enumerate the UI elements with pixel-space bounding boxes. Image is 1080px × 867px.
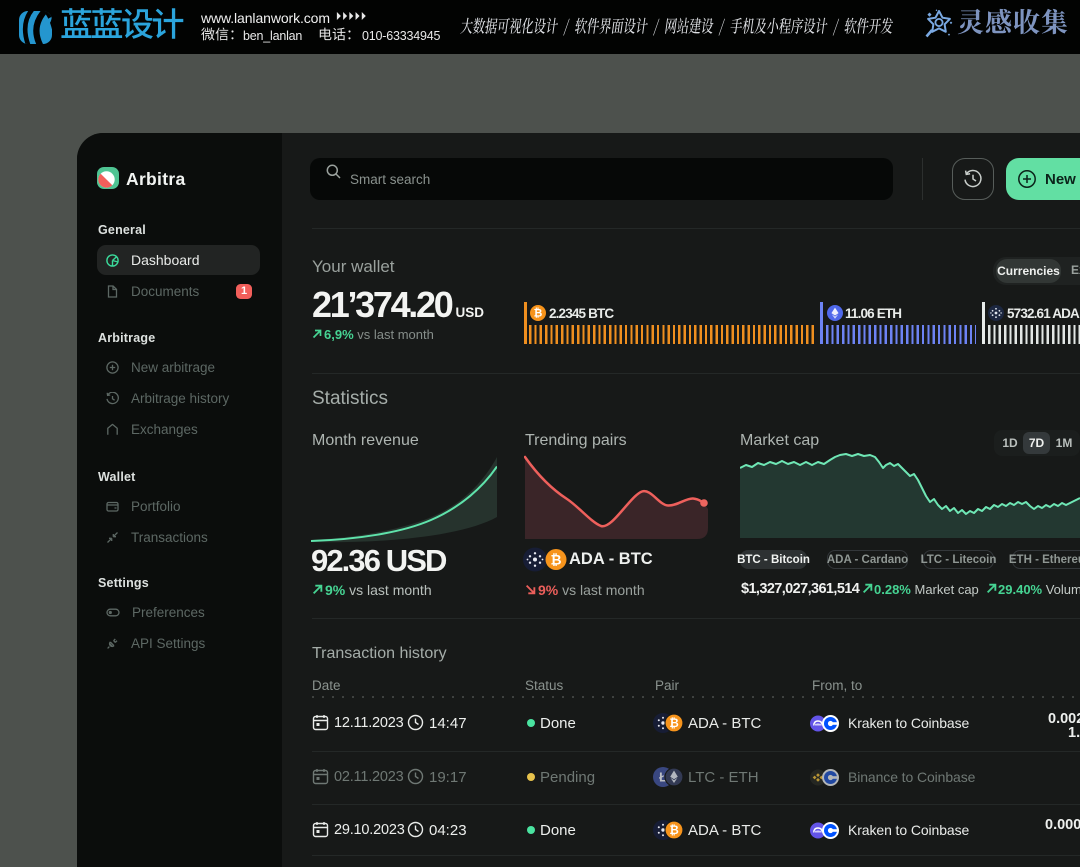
svg-text:₿: ₿ [550,552,561,567]
svg-text:₿: ₿ [669,825,678,837]
svg-text:₿: ₿ [669,718,678,730]
svg-text:₿: ₿ [534,308,543,320]
